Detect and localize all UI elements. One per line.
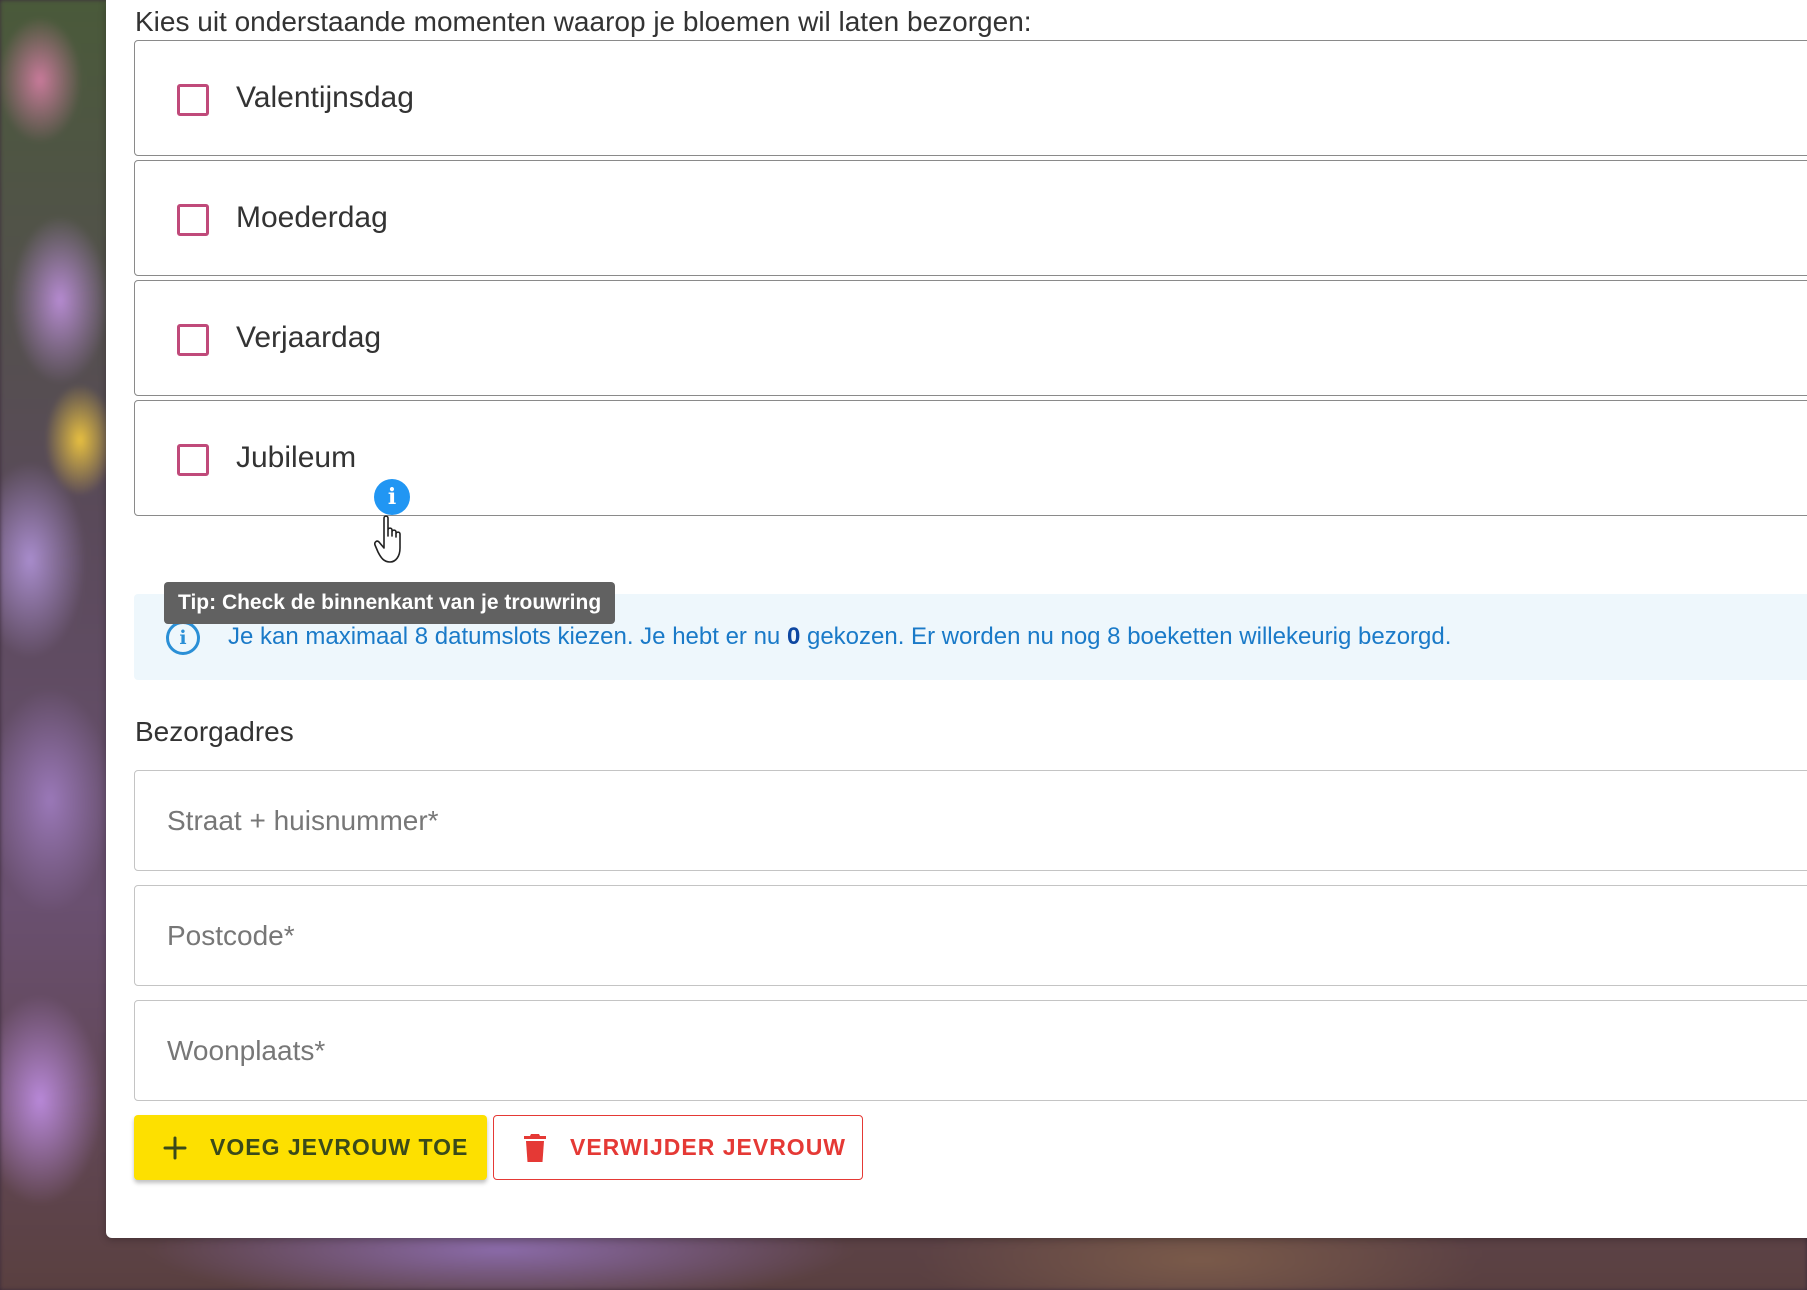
add-jevrouw-button[interactable]: VOEG JEVROUW TOE (134, 1115, 487, 1180)
info-icon[interactable]: i (374, 479, 410, 515)
selected-count: 0 (786, 623, 801, 650)
address-section-title: Bezorgadres (135, 716, 294, 747)
alert-text-after: gekozen. Er worden nu nog 8 boeketten wi… (800, 623, 1452, 650)
remove-button-label: VERWIJDER JEVROUW (570, 1134, 847, 1160)
street-input[interactable] (167, 799, 1767, 843)
moment-label: Valentijnsdag (236, 81, 414, 114)
checkbox[interactable] (177, 84, 209, 116)
alert-message: Je kan maximaal 8 datumslots kiezen. Je … (228, 623, 1451, 651)
moment-option-valentijnsdag[interactable]: Valentijnsdag (134, 40, 1807, 156)
tooltip: Tip: Check de binnenkant van je trouwrin… (164, 582, 616, 624)
trash-icon (520, 1133, 550, 1163)
info-circle-icon: i (166, 621, 200, 655)
street-field[interactable] (134, 770, 1807, 871)
checkbox[interactable] (177, 324, 209, 356)
postcode-field[interactable] (134, 885, 1807, 986)
checkbox[interactable] (177, 444, 209, 476)
moment-label: Jubileum (236, 441, 357, 474)
city-field[interactable] (134, 1000, 1807, 1101)
alert-text-before: Je kan maximaal 8 datumslots kiezen. Je … (228, 623, 787, 650)
moment-label: Verjaardag (236, 321, 382, 354)
checkbox[interactable] (177, 204, 209, 236)
plus-icon (160, 1133, 190, 1163)
moment-label: Moederdag (236, 201, 388, 234)
add-button-label: VOEG JEVROUW TOE (210, 1134, 469, 1160)
moment-option-verjaardag[interactable]: Verjaardag (134, 280, 1807, 396)
city-input[interactable] (167, 1029, 1767, 1073)
postcode-input[interactable] (167, 914, 1767, 958)
remove-jevrouw-button[interactable]: VERWIJDER JEVROUW (493, 1115, 863, 1180)
moment-option-moederdag[interactable]: Moederdag (134, 160, 1807, 276)
moments-intro: Kies uit onderstaande momenten waarop je… (135, 6, 1032, 37)
hand-pointer-icon (374, 515, 401, 563)
